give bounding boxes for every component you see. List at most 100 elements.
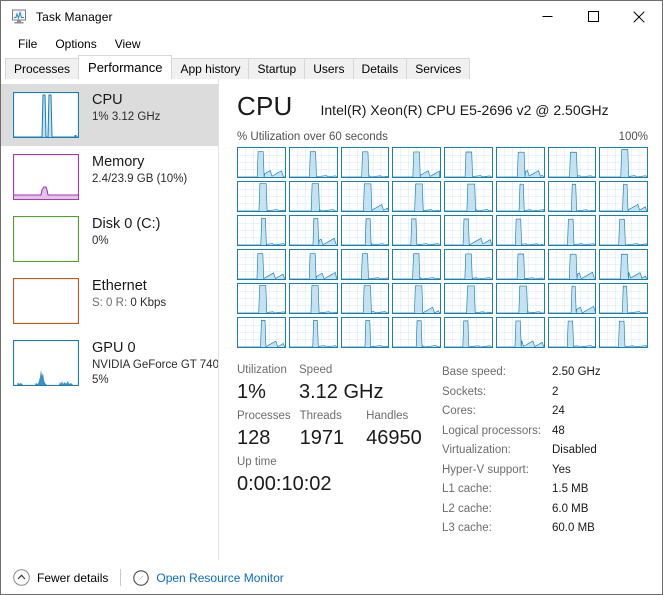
sidebar-item-memory[interactable]: Memory 2.4/23.9 GB (10%) <box>1 146 218 208</box>
logical-processor-cell <box>341 181 390 212</box>
tab-services[interactable]: Services <box>406 58 470 79</box>
logical-processor-cell <box>237 181 286 212</box>
stat-processes: Processes 128 <box>237 408 300 454</box>
tab-startup[interactable]: Startup <box>248 58 305 79</box>
tab-processes[interactable]: Processes <box>5 58 79 79</box>
logical-processor-cell <box>496 181 545 212</box>
logical-processor-grid[interactable] <box>237 147 648 348</box>
spec-value: Yes <box>552 461 571 481</box>
fewer-details-button[interactable]: Fewer details <box>13 569 108 586</box>
status-bar: Fewer details Open Resource Monitor <box>1 560 662 594</box>
logical-processor-cell <box>237 283 286 314</box>
menu-options[interactable]: Options <box>46 34 105 54</box>
logical-processor-cell <box>599 147 648 178</box>
maximize-button[interactable] <box>570 1 616 32</box>
sidebar-item-cpu[interactable]: CPU 1% 3.12 GHz <box>1 84 218 146</box>
spec-key: Hyper-V support: <box>442 461 552 481</box>
logical-processor-cell <box>599 249 648 280</box>
minimize-button[interactable] <box>524 1 570 32</box>
spec-key: L3 cache: <box>442 519 552 539</box>
gpu-thumbnail-graph <box>13 340 79 386</box>
task-manager-window: Task Manager File Options View Processes… <box>0 0 663 595</box>
spec-value: 1.5 MB <box>552 480 588 500</box>
spec-row: L3 cache:60.0 MB <box>442 519 648 539</box>
logical-processor-cell <box>599 181 648 212</box>
disk-labels: Disk 0 (C:) 0% <box>92 214 160 249</box>
spec-row: Base speed:2.50 GHz <box>442 363 648 383</box>
handles-value: 46950 <box>366 424 442 452</box>
logical-processor-cell <box>392 215 441 246</box>
spec-key: L2 cache: <box>442 500 552 520</box>
logical-processor-cell <box>237 215 286 246</box>
logical-processor-cell <box>496 215 545 246</box>
utilization-value: 1% <box>237 378 299 406</box>
stat-handles: Handles 46950 <box>366 408 442 454</box>
resource-sidebar: CPU 1% 3.12 GHz Memory 2.4/23.9 GB (10%) <box>1 79 219 560</box>
cpu-labels: CPU 1% 3.12 GHz <box>92 90 160 125</box>
spec-row: Cores:24 <box>442 402 648 422</box>
close-button[interactable] <box>616 1 662 32</box>
stat-threads: Threads 1971 <box>300 408 366 454</box>
graph-caption: % Utilization over 60 seconds <box>237 131 388 143</box>
logical-processor-cell <box>341 147 390 178</box>
sidebar-memory-sub: 2.4/23.9 GB (10%) <box>92 172 187 187</box>
title-bar: Task Manager <box>1 1 662 32</box>
spec-row: L1 cache:1.5 MB <box>442 480 648 500</box>
logical-processor-cell <box>548 317 597 348</box>
logical-processor-cell <box>599 317 648 348</box>
logical-processor-cell <box>289 283 338 314</box>
speed-label: Speed <box>299 362 409 378</box>
fewer-details-label: Fewer details <box>37 571 108 585</box>
ethernet-labels: Ethernet S: 0 R: 0 Kbps <box>92 276 166 311</box>
sidebar-ethernet-sub: S: 0 R: 0 Kbps <box>92 296 166 311</box>
processes-label: Processes <box>237 408 300 424</box>
open-resource-monitor-link[interactable]: Open Resource Monitor <box>133 570 283 586</box>
menu-view[interactable]: View <box>106 34 150 54</box>
tab-details[interactable]: Details <box>353 58 408 79</box>
resource-monitor-label: Open Resource Monitor <box>156 571 283 585</box>
logical-processor-cell <box>444 317 493 348</box>
gpu-labels: GPU 0 NVIDIA GeForce GT 740 5% <box>92 338 218 388</box>
logical-processor-cell <box>599 283 648 314</box>
resource-monitor-icon <box>133 570 149 586</box>
content-area: CPU 1% 3.12 GHz Memory 2.4/23.9 GB (10%) <box>1 79 662 560</box>
tab-users[interactable]: Users <box>304 58 353 79</box>
cpu-detail-panel: CPU Intel(R) Xeon(R) CPU E5-2696 v2 @ 2.… <box>219 79 662 560</box>
uptime-value: 0:00:10:02 <box>237 470 417 498</box>
spec-value: 60.0 MB <box>552 519 595 539</box>
stat-utilization: Utilization 1% <box>237 362 299 408</box>
logical-processor-cell <box>392 147 441 178</box>
sidebar-item-gpu[interactable]: GPU 0 NVIDIA GeForce GT 740 5% <box>1 332 218 394</box>
logical-processor-cell <box>392 181 441 212</box>
logical-processor-cell <box>548 147 597 178</box>
tab-app-history[interactable]: App history <box>171 58 249 79</box>
logical-processor-cell <box>289 147 338 178</box>
stat-row-2: Processes 128 Threads 1971 Handles 46950 <box>237 408 442 454</box>
sidebar-item-ethernet[interactable]: Ethernet S: 0 R: 0 Kbps <box>1 270 218 332</box>
tab-performance[interactable]: Performance <box>78 55 172 79</box>
spec-row: Hyper-V support:Yes <box>442 461 648 481</box>
spec-value: 6.0 MB <box>552 500 588 520</box>
sidebar-disk-sub: 0% <box>92 234 160 249</box>
spec-key: Logical processors: <box>442 422 552 442</box>
spec-value: 24 <box>552 402 565 422</box>
logical-processor-cell <box>496 283 545 314</box>
graph-axis-labels: % Utilization over 60 seconds 100% <box>237 131 648 143</box>
processes-value: 128 <box>237 424 300 452</box>
sidebar-gpu-name: GPU 0 <box>92 339 218 358</box>
stat-row-1: Utilization 1% Speed 3.12 GHz <box>237 362 442 408</box>
utilization-label: Utilization <box>237 362 299 378</box>
spec-key: Base speed: <box>442 363 552 383</box>
logical-processor-cell <box>496 249 545 280</box>
logical-processor-cell <box>392 249 441 280</box>
uptime-label: Up time <box>237 454 417 470</box>
spec-value: 2.50 GHz <box>552 363 601 383</box>
menu-file[interactable]: File <box>9 34 46 54</box>
logical-processor-cell <box>496 147 545 178</box>
sidebar-item-disk[interactable]: Disk 0 (C:) 0% <box>1 208 218 270</box>
logical-processor-cell <box>548 249 597 280</box>
logical-processor-cell <box>392 317 441 348</box>
logical-processor-cell <box>341 249 390 280</box>
logical-processor-cell <box>599 215 648 246</box>
logical-processor-cell <box>392 283 441 314</box>
